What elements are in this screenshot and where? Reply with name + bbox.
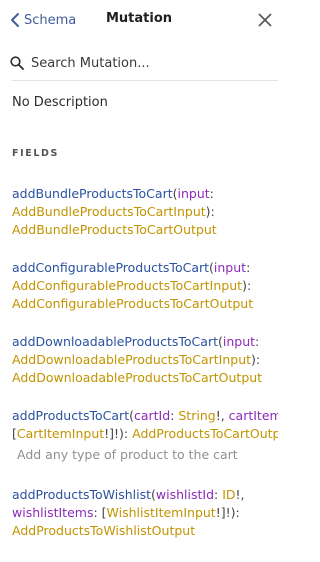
search-input[interactable] <box>31 55 261 71</box>
page-title: Mutation <box>105 11 173 26</box>
return-type[interactable]: AddDownloadableProductsToCartOutput <box>12 370 262 385</box>
field-item: addConfigurableProductsToCart(input: Add… <box>12 260 254 311</box>
search-icon <box>10 56 24 70</box>
return-type[interactable]: AddProductsToWishlistOutput <box>12 523 195 538</box>
fields-list: addBundleProductsToCart(input: AddBundle… <box>12 185 278 560</box>
argument-name[interactable]: wishlistId <box>156 487 214 502</box>
argument-type[interactable]: CartItemInput <box>17 426 104 441</box>
return-type[interactable]: AddConfigurableProductsToCartOutput <box>12 296 253 311</box>
return-type[interactable]: AddProductsToCartOutput <box>132 426 278 441</box>
argument-type[interactable]: ID <box>222 487 235 502</box>
field-item: addProductsToCart(cartId: String!, cartI… <box>12 407 278 443</box>
field-item: addDownloadableProductsToCart(input: Add… <box>12 334 263 385</box>
field-item: addProductsToWishlist(wishlistId: ID!, w… <box>12 487 245 538</box>
argument-type[interactable]: AddDownloadableProductsToCartInput <box>12 352 251 367</box>
argument-type[interactable]: AddConfigurableProductsToCartInput <box>12 278 242 293</box>
argument-name[interactable]: cartItems <box>229 408 278 423</box>
argument-name[interactable]: input <box>223 334 255 349</box>
argument-type[interactable]: AddBundleProductsToCartInput <box>12 204 206 219</box>
argument-name[interactable]: input <box>214 260 246 275</box>
field-description: Add any type of product to the cart <box>17 447 238 462</box>
close-icon[interactable] <box>257 12 273 28</box>
argument-type[interactable]: WishlistItemInput <box>107 505 216 520</box>
type-description: No Description <box>12 95 108 110</box>
field-name[interactable]: addProductsToCart <box>12 408 129 423</box>
field-item: addBundleProductsToCart(input: AddBundle… <box>12 186 217 237</box>
divider <box>12 80 278 81</box>
field-name[interactable]: addProductsToWishlist <box>12 487 151 502</box>
search-bar <box>10 52 278 74</box>
argument-name[interactable]: cartId <box>134 408 170 423</box>
argument-name[interactable]: wishlistItems <box>12 505 93 520</box>
field-name[interactable]: addBundleProductsToCart <box>12 186 173 201</box>
fields-section-title: FIELDS <box>12 148 59 159</box>
argument-type[interactable]: String <box>178 408 215 423</box>
return-type[interactable]: AddBundleProductsToCartOutput <box>12 222 217 237</box>
header: Schema Mutation <box>0 0 278 40</box>
argument-name[interactable]: input <box>178 186 210 201</box>
field-name[interactable]: addDownloadableProductsToCart <box>12 334 218 349</box>
field-name[interactable]: addConfigurableProductsToCart <box>12 260 209 275</box>
